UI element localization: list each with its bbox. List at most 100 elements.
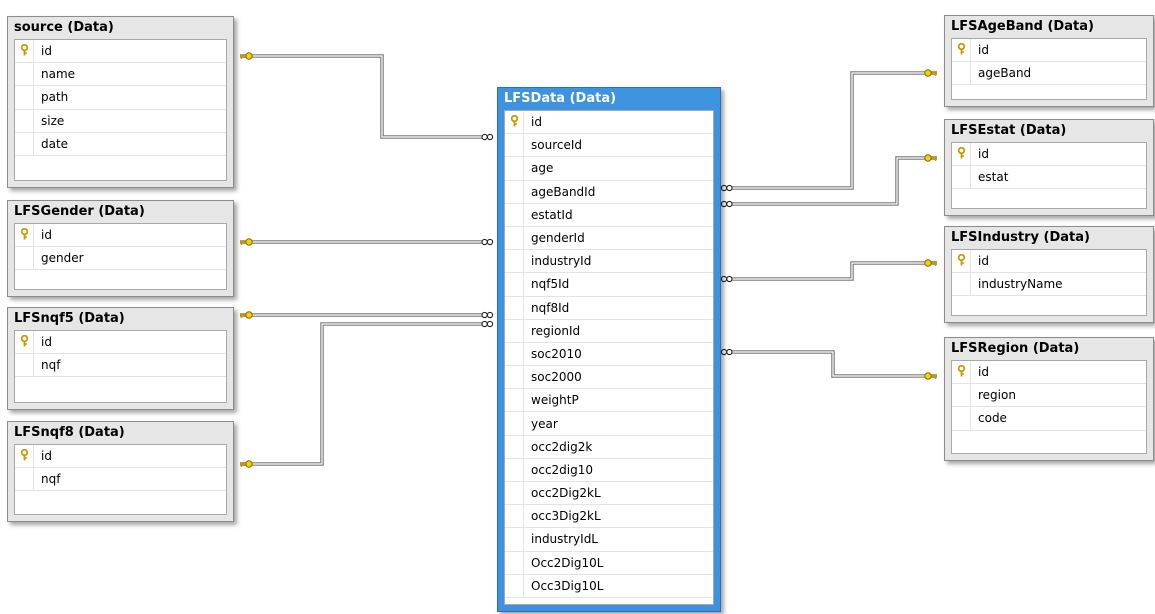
column-row[interactable]: nqf (15, 468, 226, 492)
entity-lfsageband[interactable]: LFSAgeBand (Data) id ageBand (944, 15, 1154, 107)
column-name: id (523, 111, 713, 134)
column-row[interactable]: id (15, 331, 226, 355)
key-icon (240, 311, 253, 319)
column-list: id ageBand (951, 38, 1147, 100)
entity-lfsindustry[interactable]: LFSIndustry (Data) id industryName (944, 226, 1154, 323)
column-name: weightP (523, 389, 713, 412)
primary-key-icon (505, 114, 523, 130)
column-row[interactable]: estat (952, 166, 1146, 190)
entity-title[interactable]: LFSnqf8 (Data) (8, 422, 233, 444)
key-icon (240, 52, 253, 60)
column-row[interactable]: industryName (952, 273, 1146, 297)
column-name: occ2Dig2kL (523, 482, 713, 505)
entity-title[interactable]: LFSnqf5 (Data) (8, 308, 233, 330)
column-name: gender (33, 247, 226, 270)
column-row[interactable]: occ2Dig2kL (505, 482, 713, 506)
column-list: id region code (951, 360, 1147, 454)
column-row[interactable]: region (952, 384, 1146, 408)
column-row[interactable]: occ2dig10 (505, 458, 713, 482)
column-row[interactable]: nqf (15, 354, 226, 378)
column-row[interactable]: soc2000 (505, 366, 713, 390)
key-icon (924, 372, 937, 380)
entity-source[interactable]: source (Data) id name path size date (7, 16, 234, 188)
primary-key-icon (952, 253, 970, 269)
column-row[interactable]: id (15, 445, 226, 469)
entity-lfsestat[interactable]: LFSEstat (Data) id estat (944, 119, 1154, 216)
column-name: nqf5Id (523, 273, 713, 296)
entity-title[interactable]: LFSData (Data) (498, 88, 720, 110)
column-row[interactable]: sourceId (505, 134, 713, 158)
column-row[interactable]: genderId (505, 226, 713, 251)
database-diagram: source (Data) id name path size date LFSGender… (0, 0, 1155, 614)
primary-key-icon (952, 42, 970, 58)
column-name: date (33, 132, 226, 155)
infinity-icon (720, 200, 733, 208)
column-row[interactable]: id (505, 111, 713, 135)
column-row[interactable]: industryId (505, 250, 713, 274)
relationship-lfsestat[interactable] (720, 154, 937, 208)
column-row[interactable]: id (15, 224, 226, 248)
entity-lfsnqf8[interactable]: LFSnqf8 (Data) id nqf (7, 421, 234, 522)
column-row[interactable]: soc2010 (505, 342, 713, 367)
column-row[interactable]: year (505, 412, 713, 436)
column-row[interactable]: nqf8Id (505, 296, 713, 320)
primary-key-icon (952, 146, 970, 162)
column-row[interactable]: date (15, 132, 226, 156)
column-row[interactable]: name (15, 63, 226, 87)
column-row[interactable]: regionId (505, 319, 713, 343)
entity-title[interactable]: LFSAgeBand (Data) (945, 16, 1153, 38)
relationship-source[interactable] (240, 52, 494, 141)
column-row[interactable]: weightP (505, 389, 713, 413)
entity-title[interactable]: source (Data) (8, 17, 233, 39)
entity-title[interactable]: LFSGender (Data) (8, 201, 233, 223)
entity-lfsregion[interactable]: LFSRegion (Data) id region code (944, 337, 1154, 461)
column-row[interactable]: id (952, 361, 1146, 385)
column-row[interactable]: code (952, 407, 1146, 431)
primary-key-icon (15, 43, 33, 59)
column-list: id sourceId age ageBandId estatId genderId ind… (504, 110, 714, 605)
relationship-lfsindustry[interactable] (720, 259, 937, 283)
column-row[interactable]: gender (15, 247, 226, 271)
column-row[interactable]: occ3Dig2kL (505, 505, 713, 529)
entity-title[interactable]: LFSIndustry (Data) (945, 227, 1153, 249)
column-name: nqf (33, 354, 226, 377)
relationship-lfsregion[interactable] (720, 348, 937, 380)
column-name: regionId (523, 319, 713, 342)
column-row[interactable]: ageBandId (505, 180, 713, 204)
infinity-icon (481, 133, 494, 141)
column-row[interactable]: id (952, 143, 1146, 167)
column-name: nqf (33, 468, 226, 491)
column-row[interactable]: id (952, 250, 1146, 274)
entity-title[interactable]: LFSEstat (Data) (945, 120, 1153, 142)
column-row[interactable]: estatId (505, 203, 713, 227)
relationship-lfsgender[interactable] (240, 238, 494, 246)
column-row[interactable]: Occ2Dig10L (505, 551, 713, 575)
column-row[interactable]: ageBand (952, 62, 1146, 86)
column-name: year (523, 412, 713, 435)
column-row[interactable]: id (952, 39, 1146, 63)
relationship-lfsnqf8[interactable] (240, 320, 494, 468)
infinity-icon (481, 320, 494, 328)
column-row[interactable]: occ2dig2k (505, 435, 713, 459)
relationship-lfsnqf5[interactable] (240, 311, 494, 319)
column-name: occ2dig2k (523, 435, 713, 458)
relationship-lfsageband[interactable] (720, 69, 937, 192)
column-row[interactable]: nqf5Id (505, 273, 713, 297)
column-name: size (33, 109, 226, 132)
column-row[interactable]: age (505, 157, 713, 181)
infinity-icon (481, 238, 494, 246)
entity-lfsgender[interactable]: LFSGender (Data) id gender (7, 200, 234, 297)
column-row[interactable]: id (15, 40, 226, 64)
column-row[interactable]: Occ3Dig10L (505, 574, 713, 598)
column-row[interactable]: industryIdL (505, 528, 713, 552)
entity-title[interactable]: LFSRegion (Data) (945, 338, 1153, 360)
column-row[interactable]: size (15, 109, 226, 133)
entity-lfsdata[interactable]: LFSData (Data) id sourceId age ageBandId esta… (497, 87, 721, 612)
infinity-icon (720, 275, 733, 283)
entity-lfsnqf5[interactable]: LFSnqf5 (Data) id nqf (7, 307, 234, 410)
infinity-icon (720, 348, 733, 356)
column-row[interactable]: path (15, 86, 226, 110)
column-name: industryIdL (523, 528, 713, 551)
primary-key-icon (15, 448, 33, 464)
column-name: id (33, 445, 226, 468)
